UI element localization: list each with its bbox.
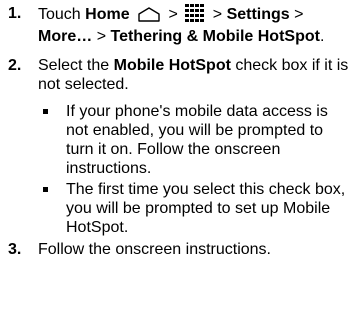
period: . — [319, 28, 325, 45]
separator: > — [212, 6, 223, 23]
step-number: 3. — [8, 241, 22, 258]
step-2: 2. Select the Mobile HotSpot check box i… — [8, 56, 353, 237]
step-1: 1. Touch Home > > Settings > More… > Tet… — [8, 4, 353, 46]
separator: > — [168, 6, 178, 23]
step-text: Follow the onscreen instructions. — [38, 241, 271, 258]
square-bullet-icon — [43, 109, 48, 114]
separator: > — [294, 6, 304, 23]
apps-grid-icon — [185, 4, 205, 27]
tethering-label: Tethering & Mobile HotSpot — [110, 28, 320, 45]
home-icon — [137, 6, 161, 27]
square-bullet-icon — [43, 187, 48, 192]
bullet-text: The first time you select this check box… — [66, 181, 346, 236]
step-number: 2. — [8, 57, 22, 74]
step-3: 3. Follow the onscreen instructions. — [8, 240, 353, 259]
bullet-list: If your phone's mobile data access is no… — [38, 102, 353, 237]
separator: > — [96, 28, 107, 45]
instructions-page: 1. Touch Home > > Settings > More… > Tet… — [0, 0, 357, 320]
bullet-item: If your phone's mobile data access is no… — [38, 102, 353, 178]
bullet-item: The first time you select this check box… — [38, 180, 353, 237]
mobile-hotspot-label: Mobile HotSpot — [113, 57, 231, 74]
step-text: Touch — [38, 6, 81, 23]
step-number: 1. — [8, 5, 22, 22]
step-text: Select the — [38, 57, 110, 74]
home-label: Home — [85, 6, 130, 23]
settings-label: Settings — [226, 6, 290, 23]
bullet-text: If your phone's mobile data access is no… — [66, 103, 328, 177]
more-label: More… — [38, 28, 93, 45]
